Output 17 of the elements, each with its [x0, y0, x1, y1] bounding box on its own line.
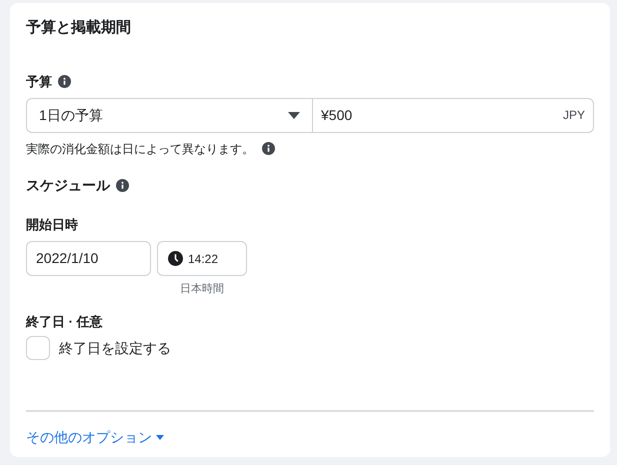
info-icon — [116, 178, 129, 192]
clock-icon — [168, 251, 183, 266]
budget-label: 予算 — [26, 73, 52, 91]
info-icon — [262, 142, 275, 155]
timezone-label: 日本時間 — [180, 282, 224, 297]
start-time-field[interactable]: 14:22 — [157, 241, 247, 276]
checkbox[interactable] — [26, 336, 50, 360]
checkbox-label: 終了日を設定する — [59, 338, 171, 358]
start-label: 開始日時 — [26, 216, 79, 234]
schedule-label: スケジュール — [26, 176, 110, 194]
section-title: 予算と掲載期間 — [26, 19, 132, 37]
more-options-link[interactable]: その他のオプション — [26, 427, 164, 448]
info-icon — [58, 75, 71, 88]
budget-note: 実際の消化金額は日によって異なります。 — [26, 140, 254, 158]
caret-icon — [156, 435, 164, 440]
end-date-label: 終了日 · 任意 — [26, 312, 104, 330]
start-date-field[interactable]: 2022/1/10 — [26, 241, 151, 276]
